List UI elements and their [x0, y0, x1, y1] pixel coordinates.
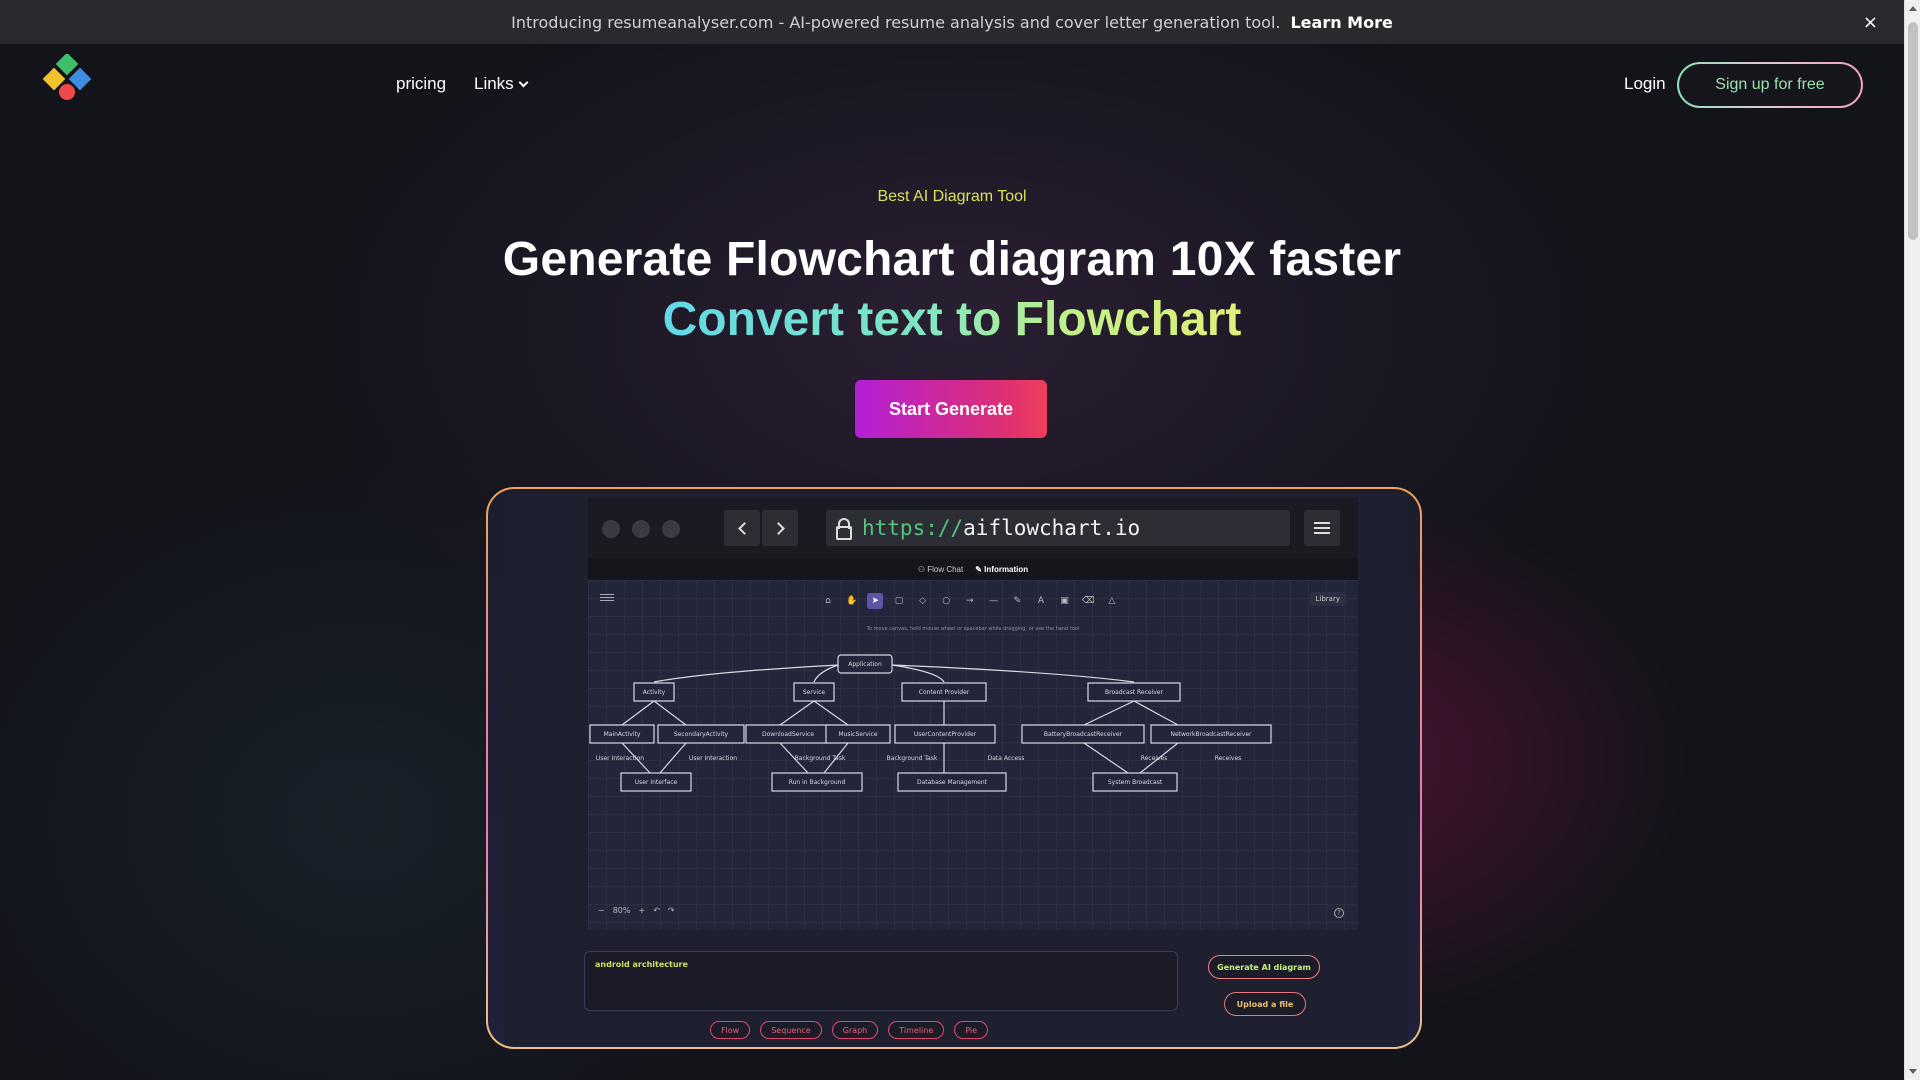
chip-flow[interactable]: Flow	[709, 1021, 751, 1039]
window-dot	[602, 520, 620, 538]
zoom-controls: − 80% + ↶ ↷	[598, 906, 675, 915]
signup-button[interactable]: Sign up for free	[1677, 62, 1863, 108]
chevron-left-icon	[737, 521, 751, 535]
help-icon[interactable]: ?	[1334, 908, 1344, 918]
zoom-in-icon[interactable]: +	[638, 906, 645, 915]
flowchart-diagram: Application Activity Service Content Pro…	[589, 654, 1272, 792]
node-level2[interactable]: UserContentProvider	[894, 724, 996, 744]
svg-text:DownloadService: DownloadService	[762, 731, 814, 738]
forward-button[interactable]	[762, 510, 798, 546]
announcement-banner: Introducing resumeanalyser.com - AI-powe…	[0, 0, 1904, 44]
nav-links-dropdown[interactable]: Links	[474, 74, 529, 94]
edge-label: Receives	[1215, 755, 1242, 762]
learn-more-link[interactable]: Learn More	[1290, 13, 1392, 32]
nav-pricing[interactable]: pricing	[396, 74, 446, 94]
tab-flow-chat[interactable]: ⚇ Flow Chat	[918, 565, 963, 574]
diagram-canvas[interactable]: ⌂ ✋ ➤ ▢ ◇ ○ → — ✎ A ▣ ⌫ △ Library To mov…	[588, 580, 1358, 930]
edge-label: User Interaction	[596, 755, 644, 762]
node-level2[interactable]: DownloadService	[745, 724, 831, 744]
node-level2[interactable]: MainActivity	[589, 724, 655, 744]
generate-ai-diagram-button[interactable]: Generate AI diagram	[1208, 955, 1320, 979]
chip-pie[interactable]: Pie	[954, 1021, 989, 1039]
tab-information[interactable]: ✎ Information	[975, 565, 1028, 574]
page-scrollbar[interactable]	[1904, 0, 1920, 1080]
browser-menu-button[interactable]	[1304, 510, 1340, 546]
node-level2[interactable]: BatteryBroadcastReceiver	[1021, 724, 1145, 744]
edge-label: User Interaction	[689, 755, 737, 762]
svg-text:Database Management: Database Management	[917, 779, 988, 786]
scrollbar-thumb[interactable]	[1908, 22, 1918, 240]
lock-icon	[836, 518, 852, 540]
browser-bar: https://aiflowchart.io	[588, 498, 1358, 558]
node-level2[interactable]: NetworkBroadcastReceiver	[1150, 724, 1272, 744]
node-root[interactable]: Application	[837, 654, 893, 674]
svg-text:UserContentProvider: UserContentProvider	[914, 731, 977, 738]
upload-file-button[interactable]: Upload a file	[1224, 992, 1306, 1016]
chip-timeline[interactable]: Timeline	[888, 1021, 945, 1039]
start-generate-button[interactable]: Start Generate	[855, 380, 1047, 438]
hero-headline: Generate Flowchart diagram 10X faster	[502, 233, 1402, 286]
svg-text:NetworkBroadcastReceiver: NetworkBroadcastReceiver	[1170, 731, 1252, 738]
svg-text:Application: Application	[848, 661, 882, 668]
svg-text:Activity: Activity	[643, 689, 666, 696]
node-level1[interactable]: Activity	[633, 682, 675, 702]
login-link[interactable]: Login	[1624, 74, 1666, 94]
node-level3[interactable]: System Broadcast	[1092, 772, 1178, 792]
zoom-level: 80%	[612, 906, 631, 915]
edge-label: Receives	[1141, 755, 1168, 762]
redo-icon[interactable]: ↷	[668, 906, 675, 915]
diagram-type-chips: Flow Sequence Graph Timeline Pie	[504, 1021, 1194, 1039]
hero-eyebrow: Best AI Diagram Tool	[877, 188, 1027, 205]
chip-graph[interactable]: Graph	[831, 1021, 879, 1039]
node-level1[interactable]: Broadcast Receiver	[1087, 682, 1181, 702]
node-level2[interactable]: SecondaryActivity	[657, 724, 745, 744]
svg-text:Service: Service	[803, 689, 825, 696]
url-bar[interactable]: https://aiflowchart.io	[826, 510, 1290, 546]
window-dot	[632, 520, 650, 538]
scroll-up-icon[interactable]	[1909, 6, 1917, 11]
svg-text:User Interface: User Interface	[635, 779, 678, 786]
node-level3[interactable]: Database Management	[897, 772, 1007, 792]
chevron-right-icon	[771, 521, 785, 535]
node-level2[interactable]: MusicService	[825, 724, 891, 744]
svg-text:Run in Background: Run in Background	[789, 779, 846, 786]
nav-links-label: Links	[474, 74, 514, 93]
svg-text:Content Provider: Content Provider	[919, 689, 970, 696]
svg-text:System Broadcast: System Broadcast	[1108, 779, 1163, 786]
chevron-down-icon	[518, 77, 529, 87]
close-icon[interactable]: ×	[1863, 12, 1878, 33]
svg-text:Broadcast Receiver: Broadcast Receiver	[1105, 689, 1163, 696]
edge-label: Data Access	[988, 755, 1025, 762]
svg-text:BatteryBroadcastReceiver: BatteryBroadcastReceiver	[1044, 731, 1123, 738]
banner-text: Introducing resumeanalyser.com - AI-powe…	[511, 12, 1281, 32]
zoom-out-icon[interactable]: −	[598, 906, 605, 915]
svg-text:MusicService: MusicService	[838, 731, 878, 738]
hero-subline-text: Convert text to Flowchart	[662, 293, 1242, 346]
logo-icon[interactable]	[40, 54, 94, 104]
chip-sequence[interactable]: Sequence	[760, 1021, 822, 1039]
app-tabs: ⚇ Flow Chat ✎ Information	[588, 558, 1358, 580]
scroll-down-icon[interactable]	[1909, 1069, 1917, 1074]
hero-subline: Convert text to Flowchart	[0, 292, 1904, 347]
url-protocol: https://	[862, 516, 964, 540]
edge-label: Background Task	[887, 755, 938, 762]
edge-label: Background Task	[795, 755, 846, 762]
back-button[interactable]	[724, 510, 760, 546]
node-level3[interactable]: Run in Background	[771, 772, 863, 792]
demo-inner: https://aiflowchart.io ⚇ Flow Chat ✎ Inf…	[504, 493, 1408, 1045]
node-level3[interactable]: User Interface	[620, 772, 692, 792]
svg-text:MainActivity: MainActivity	[604, 731, 641, 738]
node-level1[interactable]: Content Provider	[901, 682, 987, 702]
demo-preview: https://aiflowchart.io ⚇ Flow Chat ✎ Inf…	[486, 487, 1422, 1049]
undo-icon[interactable]: ↶	[653, 906, 660, 915]
svg-text:SecondaryActivity: SecondaryActivity	[674, 731, 729, 738]
url-host: aiflowchart.io	[963, 516, 1141, 540]
window-dot	[662, 520, 680, 538]
node-level1[interactable]: Service	[793, 682, 835, 702]
prompt-input[interactable]: android architecture	[584, 951, 1178, 1011]
